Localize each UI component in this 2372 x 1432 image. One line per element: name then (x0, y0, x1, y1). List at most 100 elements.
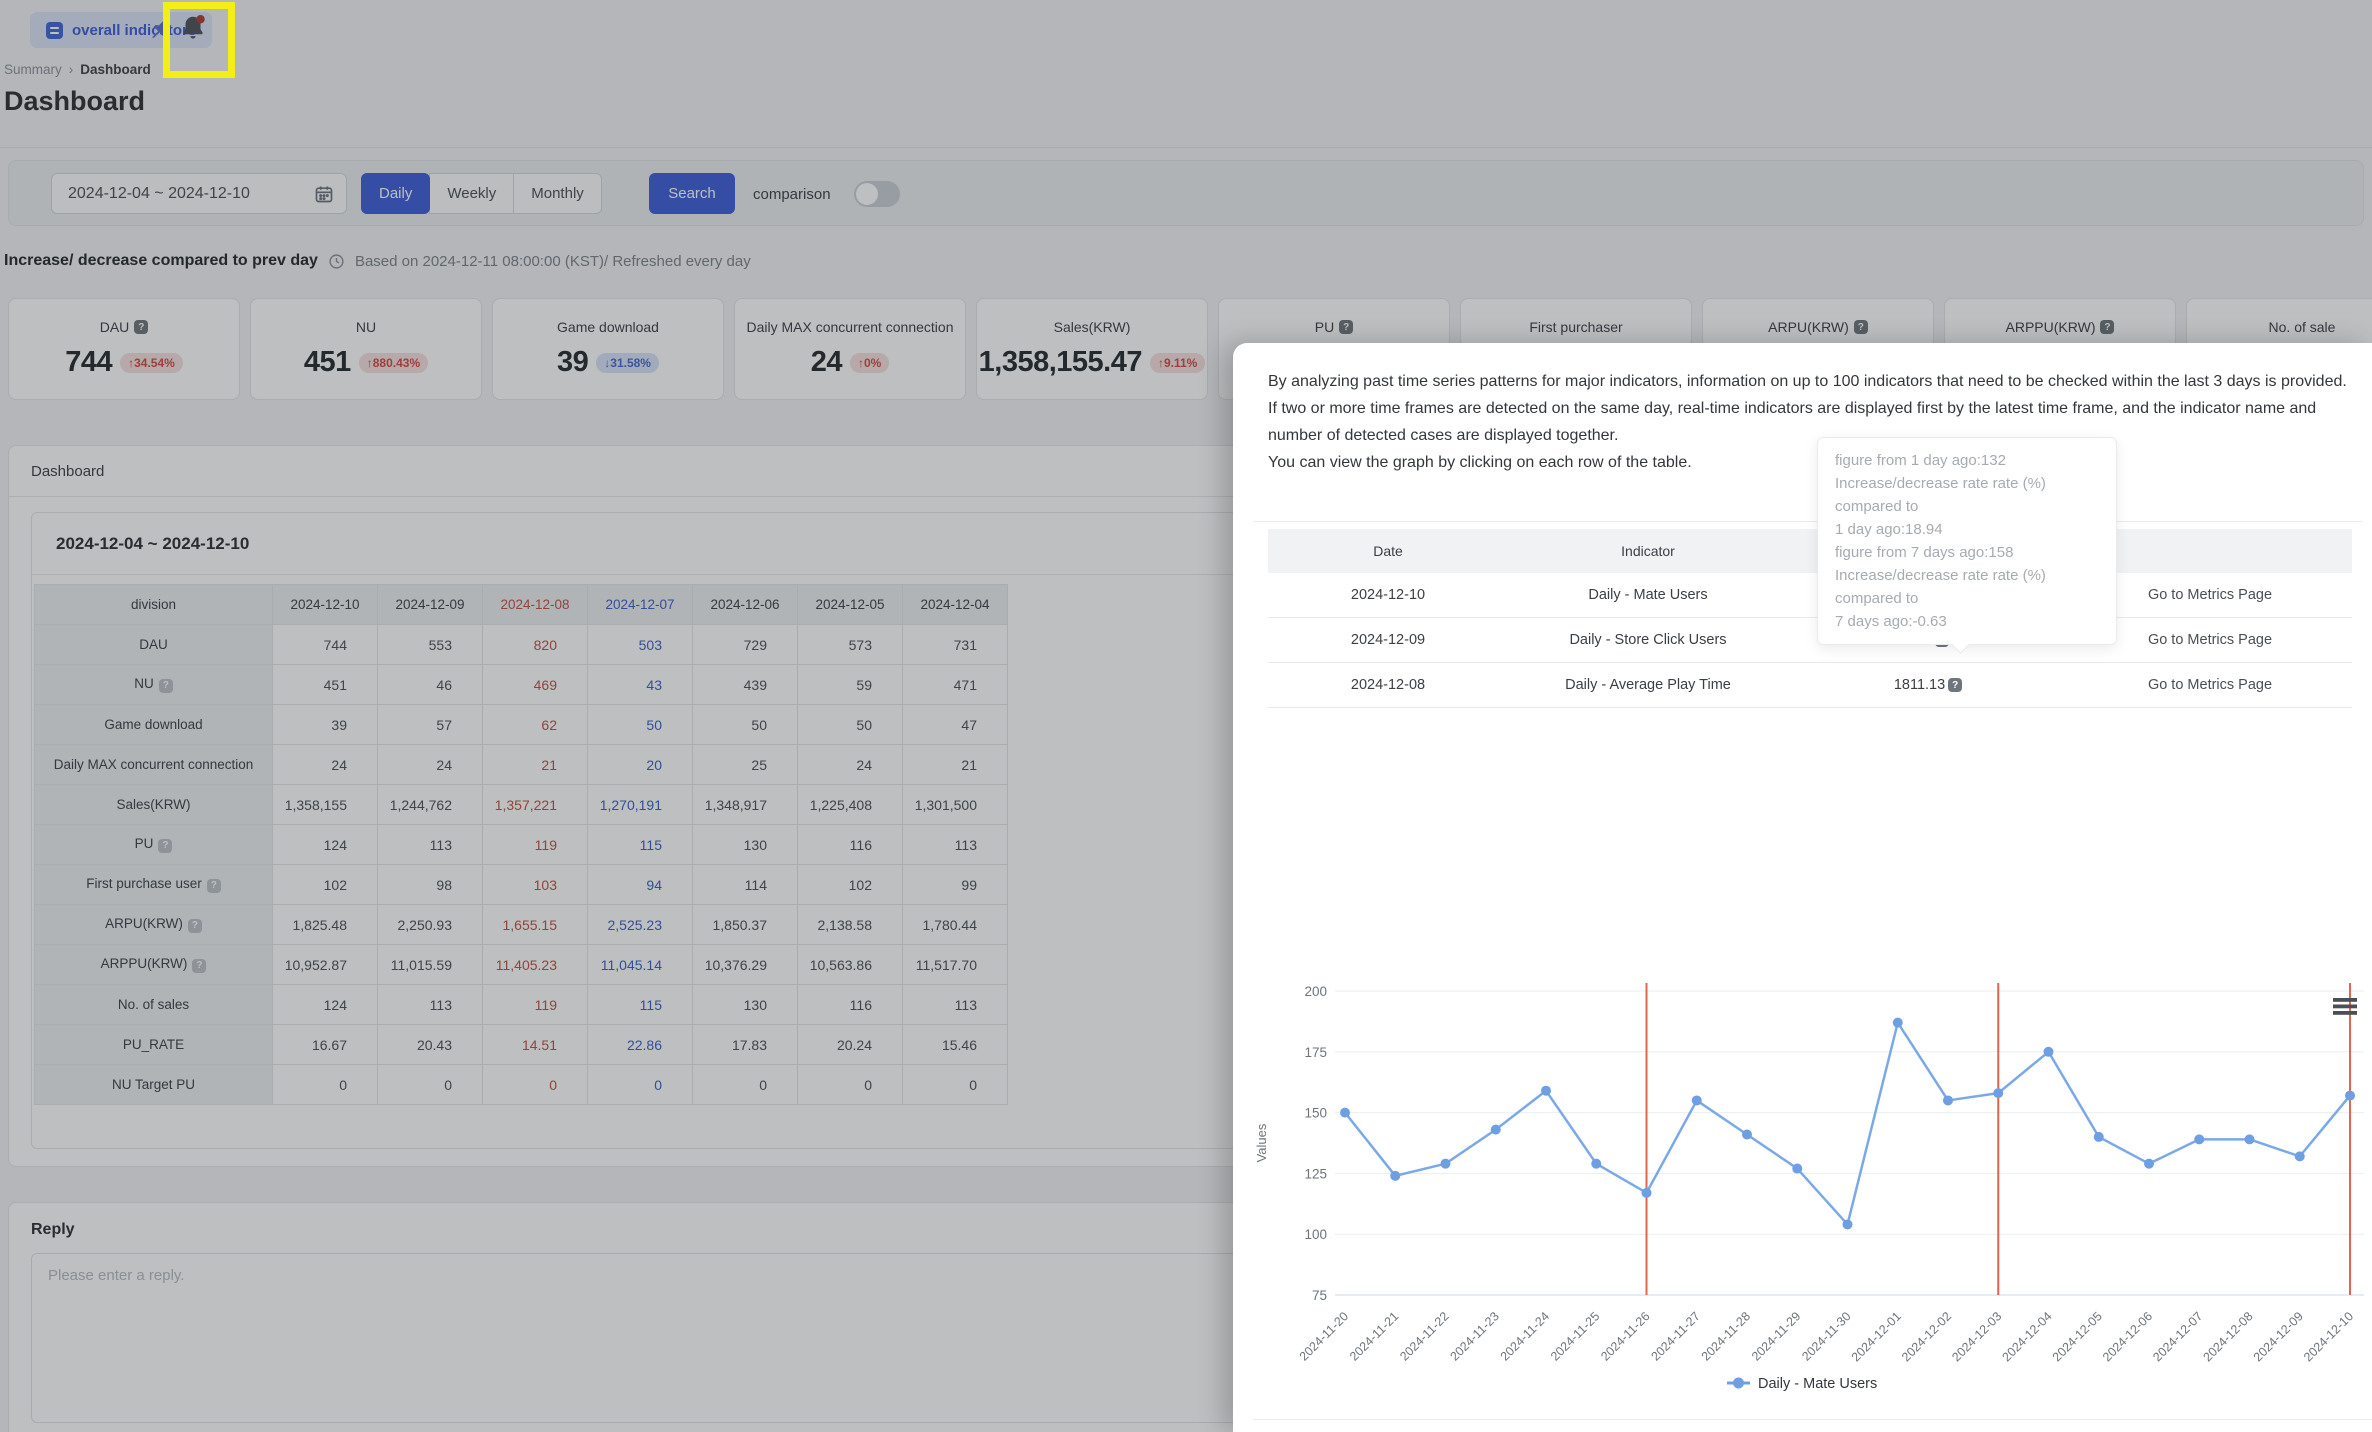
kpi-value: 24 (810, 346, 843, 378)
kpi-card: NU 451 ↑880.43% (250, 298, 482, 400)
metrics-cell: 130 (692, 824, 798, 865)
metrics-cell: 20.43 (377, 1024, 483, 1065)
metrics-cell: 11,517.70 (902, 944, 1008, 985)
metrics-col-header: 2024-12-06 (692, 584, 798, 625)
breadcrumb-summary[interactable]: Summary (4, 62, 62, 77)
data-point (1842, 1219, 1853, 1230)
help-icon[interactable]: ? (1339, 320, 1354, 334)
granularity-segmented-control: Daily Weekly Monthly (361, 173, 602, 214)
x-tick-label: 2024-11-26 (1598, 1309, 1652, 1363)
metrics-cell: 471 (902, 664, 1008, 705)
kpi-card-title: ARPU(KRW)? (1703, 319, 1933, 335)
breadcrumb-dashboard: Dashboard (80, 62, 151, 77)
kpi-card-title: First purchaser (1529, 319, 1623, 335)
y-tick-label: 175 (1304, 1045, 1327, 1060)
comparison-label: comparison (753, 185, 831, 203)
metrics-cell: 2,525.23 (587, 904, 693, 945)
help-icon[interactable]: ? (1853, 320, 1868, 334)
data-point (1892, 1017, 1903, 1028)
kpi-card-title: Daily MAX concurrent connection (746, 319, 954, 335)
kpi-card-title: DAU? (9, 319, 239, 335)
data-point (2043, 1046, 2054, 1057)
alert-date: 2024-12-08 (1350, 677, 1426, 693)
go-to-metrics-link[interactable]: Go to Metrics Page (2148, 632, 2272, 648)
x-tick-label: 2024-12-04 (2000, 1309, 2055, 1364)
data-point (1742, 1129, 1752, 1140)
metrics-cell: 1,850.37 (692, 904, 798, 945)
metrics-cell: 11,015.59 (377, 944, 483, 985)
metrics-cell: 729 (692, 624, 798, 665)
alert-row[interactable]: 2024-12-09Daily - Store Click Users160?G… (1268, 618, 2352, 663)
alert-table-header: Date Indicator (1268, 529, 2352, 573)
modal-divider (1253, 521, 2363, 522)
alert-indicator: Daily - Store Click Users (1569, 632, 1727, 648)
y-tick-label: 125 (1304, 1166, 1327, 1181)
notification-bell-icon[interactable] (178, 13, 208, 43)
data-point (1691, 1095, 1702, 1106)
metrics-col-header: 2024-12-08 (482, 584, 588, 625)
go-to-metrics-link[interactable]: Go to Metrics Page (2148, 587, 2272, 603)
metrics-cell: 50 (587, 704, 693, 745)
metrics-cell: 553 (377, 624, 483, 665)
metrics-cell: 113 (902, 824, 1008, 865)
pin-icon[interactable] (148, 17, 174, 43)
tooltip-line: Increase/decrease rate rate (%) compared… (1835, 567, 2046, 607)
data-point (2144, 1158, 2154, 1169)
help-icon[interactable]: ? (192, 958, 207, 973)
metrics-cell: 1,225,408 (797, 784, 903, 825)
table-row: PU? 124 113 119 115 130 116 113 (34, 824, 1008, 865)
kpi-card-title: No. of sale (2268, 319, 2336, 335)
alert-row[interactable]: 2024-12-08 Daily - Average Play Time 1811.… (1268, 663, 2352, 708)
date-range-input[interactable]: 2024-12-04 ~ 2024-12-10 (51, 173, 347, 214)
metrics-cell: 451 (272, 664, 378, 705)
help-icon[interactable]: ? (158, 678, 173, 693)
help-icon[interactable]: ? (158, 838, 173, 853)
metrics-table: division 2024-12-10 2024-12-09 2024-12-08 20… (34, 584, 1008, 1105)
chart-legend[interactable]: Daily - Mate Users (1727, 1376, 1877, 1392)
help-icon[interactable]: ? (1948, 678, 1963, 692)
help-icon[interactable]: ? (2100, 320, 2115, 334)
calendar-icon (315, 186, 333, 202)
comparison-toggle[interactable] (854, 181, 900, 207)
metrics-cell: 2,138.58 (797, 904, 903, 945)
metrics-cell: 1,825.48 (272, 904, 378, 945)
anomaly-detection-modal: By analyzing past time series patterns f… (1233, 343, 2372, 1432)
modal-description-line: If two or more time frames are detected … (1268, 400, 2317, 444)
modal-bottom-divider (1253, 1419, 2372, 1420)
x-tick-label: 2024-12-02 (1899, 1309, 1954, 1364)
kpi-card-title: Game download (557, 319, 659, 335)
monthly-button[interactable]: Monthly (513, 173, 602, 214)
x-tick-label: 2024-12-03 (1949, 1309, 2004, 1364)
daily-button[interactable]: Daily (361, 173, 431, 214)
go-to-metrics-link[interactable]: Go to Metrics Page (2148, 677, 2272, 693)
kpi-card-title: NU (355, 319, 377, 335)
metrics-cell: 11,045.14 (587, 944, 693, 985)
alert-indicator: Daily - Mate Users (1588, 587, 1708, 603)
kpi-card: DAU? 744 ↑34.54% (8, 298, 240, 400)
data-point (1390, 1170, 1401, 1181)
help-icon[interactable]: ? (206, 878, 221, 893)
help-icon[interactable]: ? (134, 320, 149, 334)
y-tick-label: 200 (1304, 984, 1327, 999)
chart-menu-icon[interactable] (2333, 998, 2357, 1015)
metrics-cell: 24 (272, 744, 378, 785)
data-point (1591, 1158, 1602, 1169)
help-icon[interactable]: ? (187, 918, 202, 933)
metrics-cell: 47 (902, 704, 1008, 745)
tooltip-line: figure from 7 days ago:158 (1835, 544, 2014, 561)
x-tick-label: 2024-11-21 (1347, 1309, 1401, 1363)
table-row: NU Target PU 0 0 0 0 0 0 0 (34, 1064, 1008, 1105)
dashboard-tab-icon (46, 21, 63, 39)
weekly-button[interactable]: Weekly (429, 173, 515, 214)
date-range-value: 2024-12-04 ~ 2024-12-10 (68, 184, 250, 202)
tooltip-line: 7 days ago:-0.63 (1835, 613, 1947, 630)
metrics-cell: 62 (482, 704, 588, 745)
metrics-col-header: 2024-12-04 (902, 584, 1008, 625)
metrics-cell: 0 (377, 1064, 483, 1105)
table-row: First purchase user? 102 98 103 94 114 102 99 (34, 864, 1008, 905)
search-button[interactable]: Search (649, 173, 735, 214)
metrics-cell: 99 (902, 864, 1008, 905)
metrics-cell: 43 (587, 664, 693, 705)
data-point (1943, 1095, 1953, 1106)
alert-row[interactable]: 2024-12-10Daily - Mate Users157?Go to Me… (1268, 573, 2352, 618)
